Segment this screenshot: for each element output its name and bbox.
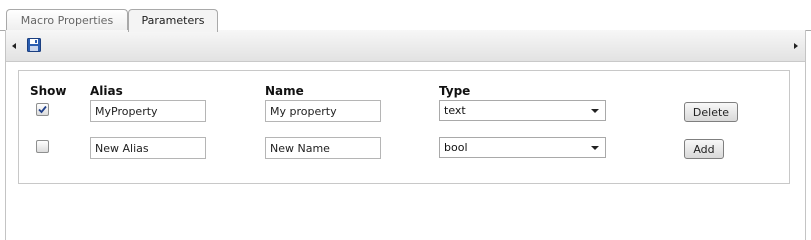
scroll-right-icon[interactable] [794,43,798,49]
parameters-panel: Show Alias Name Type MyProperty My prope… [5,30,806,240]
name-input[interactable]: New Name [265,137,381,159]
scroll-left-icon[interactable] [12,43,16,49]
toolbar [6,30,805,62]
show-checkbox[interactable] [36,103,49,116]
save-icon[interactable] [27,38,41,52]
column-header-alias: Alias [90,84,123,98]
tab-bar: Macro Properties Parameters [0,0,811,32]
column-header-type: Type [439,84,471,98]
type-select-value: text [444,104,466,117]
alias-input[interactable]: New Alias [90,137,206,159]
delete-button[interactable]: Delete [684,102,738,122]
show-checkbox[interactable] [36,140,49,153]
column-header-name: Name [265,84,304,98]
name-input[interactable]: My property [265,100,381,122]
chevron-down-icon [591,146,599,150]
chevron-down-icon [591,109,599,113]
alias-input[interactable]: MyProperty [90,100,206,122]
type-select[interactable]: bool [439,137,606,158]
tab-macro-properties[interactable]: Macro Properties [6,9,128,31]
tab-parameters[interactable]: Parameters [128,9,218,32]
type-select[interactable]: text [439,100,606,121]
type-select-value: bool [444,141,468,154]
add-button[interactable]: Add [684,139,724,159]
column-header-show: Show [30,84,67,98]
properties-table: Show Alias Name Type MyProperty My prope… [18,70,790,184]
